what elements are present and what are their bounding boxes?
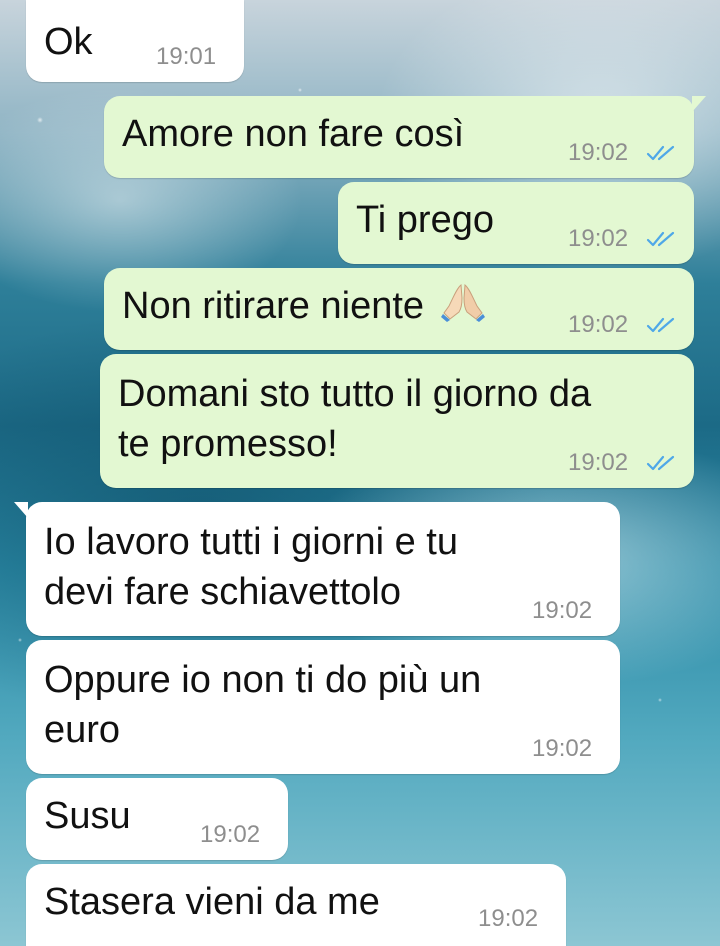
message-timestamp: 19:01 (156, 43, 217, 70)
bubble-tail (14, 502, 28, 518)
message-bubble-outgoing[interactable]: Non ritirare niente 19:02 (104, 268, 694, 350)
message-text-line: Io lavoro tutti i giorni e tu (44, 521, 458, 563)
message-bubble-incoming[interactable]: Susu 19:02 (26, 778, 288, 860)
read-double-check-icon (646, 231, 675, 247)
message-bubble-outgoing[interactable]: Amore non fare così 19:02 (104, 96, 706, 178)
message-timestamp: 19:02 (532, 597, 593, 624)
message-timestamp: 19:02 (478, 905, 539, 932)
bubble-tail (692, 96, 706, 112)
read-double-check-icon (646, 455, 675, 471)
message-text: Stasera vieni da me (44, 881, 380, 923)
message-timestamp: 19:02 (532, 735, 593, 762)
message-text-line: devi fare schiavettolo (44, 571, 401, 613)
message-text-line: te promesso! (118, 423, 338, 465)
message-bubble-outgoing[interactable]: Ti prego 19:02 (338, 182, 694, 264)
message-text: Susu (44, 795, 131, 837)
message-text: Ok (44, 21, 93, 63)
message-text: Non ritirare niente (122, 285, 425, 327)
read-double-check-icon (646, 317, 675, 333)
message-text-line: Domani sto tutto il giorno da (118, 373, 592, 415)
message-timestamp: 19:02 (568, 311, 629, 338)
message-text-row: Non ritirare niente (122, 282, 485, 330)
message-bubble-incoming[interactable]: Oppure io non ti do più un euro 19:02 (26, 640, 620, 774)
message-timestamp: 19:02 (200, 821, 261, 848)
folded-hands-emoji-icon (440, 284, 485, 322)
read-double-check-icon (646, 145, 675, 161)
message-text: Amore non fare così (122, 113, 465, 155)
message-text-line: euro (44, 709, 121, 751)
message-bubble-incoming[interactable]: Stasera vieni da me 19:02 (26, 864, 566, 946)
message-bubble-outgoing[interactable]: Domani sto tutto il giorno da te promess… (100, 354, 694, 488)
message-timestamp: 19:02 (568, 139, 629, 166)
message-text-line: Oppure io non ti do più un (44, 659, 482, 701)
message-text: Ti prego (356, 199, 494, 241)
message-timestamp: 19:02 (568, 449, 629, 476)
message-bubble-incoming[interactable]: Ok 19:01 (26, 0, 244, 82)
message-timestamp: 19:02 (568, 225, 629, 252)
message-bubble-incoming[interactable]: Io lavoro tutti i giorni e tu devi fare … (14, 502, 620, 636)
